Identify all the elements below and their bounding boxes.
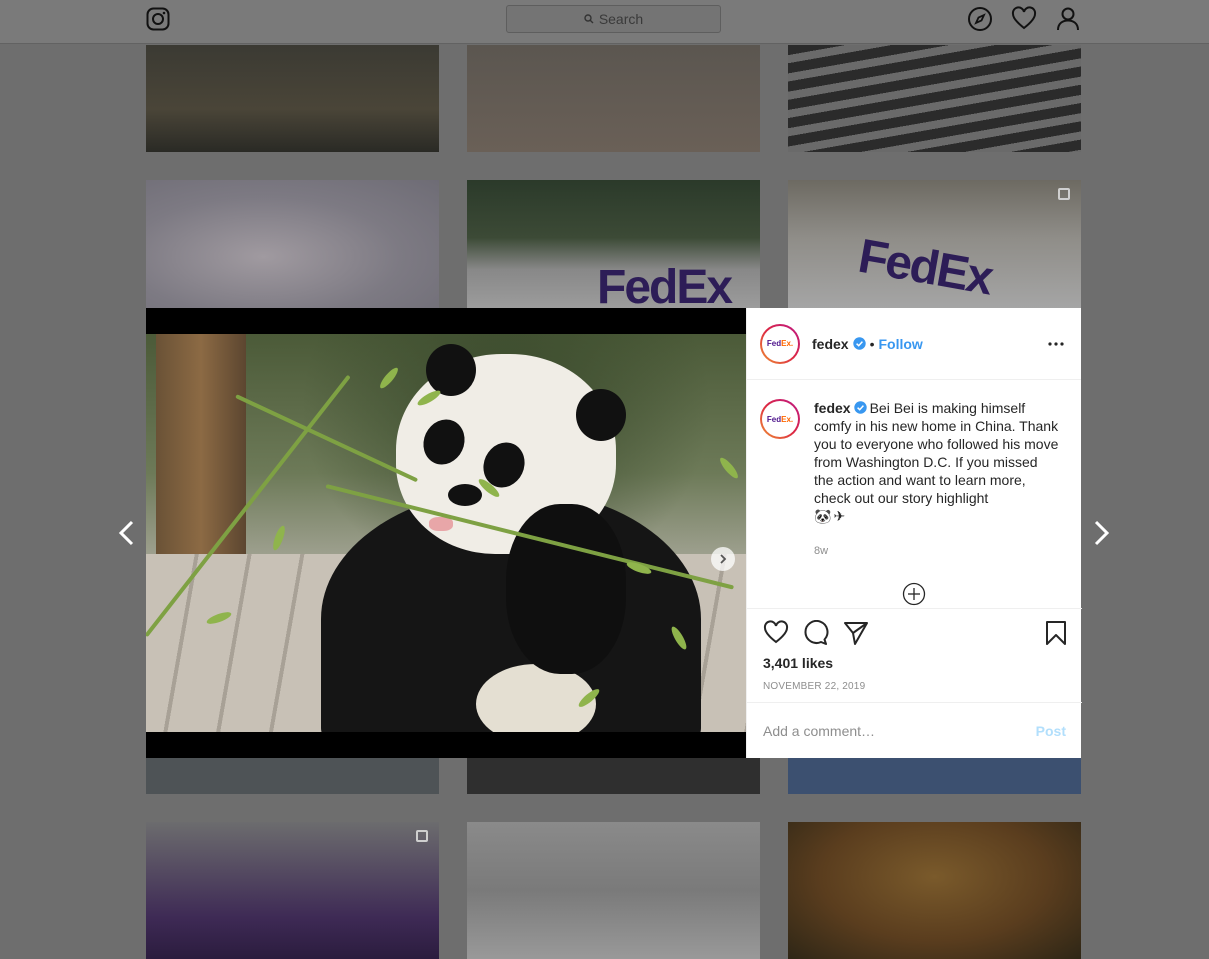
grid-tile[interactable] — [788, 45, 1081, 152]
caption-username[interactable]: fedex — [814, 400, 851, 416]
username-link[interactable]: fedex — [812, 336, 849, 352]
carousel-next-button[interactable] — [711, 547, 735, 571]
multi-image-icon — [1058, 188, 1070, 200]
time-ago[interactable]: 8w — [814, 545, 828, 557]
post-actions: 3,401 likes NOVEMBER 22, 2019 — [747, 608, 1082, 702]
grid-tile[interactable] — [788, 758, 1081, 794]
comment-bar: Add a comment… Post — [747, 702, 1082, 758]
grid-tile[interactable] — [788, 822, 1081, 959]
follow-button[interactable]: Follow — [878, 336, 922, 352]
more-options-icon[interactable] — [1047, 335, 1065, 353]
nav-icons — [967, 6, 1081, 32]
tile-brand-text: FedEx — [597, 261, 733, 308]
caption-avatar[interactable]: Fed Ex. — [760, 399, 800, 439]
profile-icon[interactable] — [1055, 6, 1081, 32]
chevron-right-icon — [720, 554, 727, 564]
next-post-arrow-icon[interactable] — [1089, 518, 1113, 548]
grid-tile[interactable] — [146, 180, 439, 308]
verified-badge-icon — [852, 337, 866, 350]
like-heart-icon[interactable] — [763, 620, 789, 646]
comment-bubble-icon[interactable] — [803, 620, 829, 646]
save-bookmark-icon[interactable] — [1043, 620, 1069, 646]
grid-tile[interactable] — [146, 758, 439, 794]
avatar-logo-ex: Ex. — [781, 339, 794, 348]
avatar-logo-ex: Ex. — [781, 414, 794, 424]
grid-tile[interactable] — [146, 822, 439, 959]
post-comment-button[interactable]: Post — [1036, 723, 1066, 739]
post-media[interactable] — [146, 308, 746, 758]
comment-input[interactable]: Add a comment… — [763, 723, 875, 739]
activity-heart-icon[interactable] — [1011, 6, 1037, 32]
grid-tile[interactable]: FedEx — [788, 180, 1081, 308]
caption-section: Fed Ex. fedex Bei Bei is making himself co… — [747, 381, 1082, 609]
instagram-logo-icon[interactable] — [146, 7, 170, 31]
grid-tile[interactable] — [467, 45, 760, 152]
grid-tile[interactable] — [146, 45, 439, 152]
post-panel: Fed Ex. fedex • Follow Fed Ex. fedex Bei Be… — [746, 308, 1082, 758]
post-date[interactable]: NOVEMBER 22, 2019 — [763, 681, 1069, 692]
search-icon — [584, 14, 594, 24]
avatar-logo-fed: Fed — [766, 414, 782, 424]
multi-image-icon — [416, 830, 428, 842]
search-placeholder: Search — [598, 11, 644, 27]
search-input[interactable]: Search — [506, 5, 721, 33]
like-count[interactable]: 3,401 likes — [763, 655, 1069, 671]
avatar-logo-fed: Fed — [766, 339, 782, 348]
airplane-emoji: ✈ — [833, 508, 846, 524]
verified-badge-icon — [853, 400, 867, 414]
grid-tile[interactable] — [467, 822, 760, 959]
separator-dot: • — [869, 335, 875, 352]
grid-tile[interactable] — [467, 758, 760, 794]
share-paper-plane-icon[interactable] — [843, 620, 869, 646]
tile-brand-text: FedEx — [854, 229, 996, 306]
avatar[interactable]: Fed Ex. — [760, 324, 800, 364]
panda-photo — [146, 334, 746, 732]
caption-text: fedex Bei Bei is making himself comfy in … — [814, 399, 1059, 525]
load-more-comments-icon[interactable] — [902, 582, 926, 606]
previous-post-arrow-icon[interactable] — [115, 518, 139, 548]
grid-tile[interactable]: FedEx — [467, 180, 760, 308]
explore-compass-icon[interactable] — [967, 6, 993, 32]
panda-emoji: 🐼 — [814, 508, 832, 524]
post-header: Fed Ex. fedex • Follow — [747, 308, 1081, 380]
top-nav: Search — [0, 0, 1209, 44]
